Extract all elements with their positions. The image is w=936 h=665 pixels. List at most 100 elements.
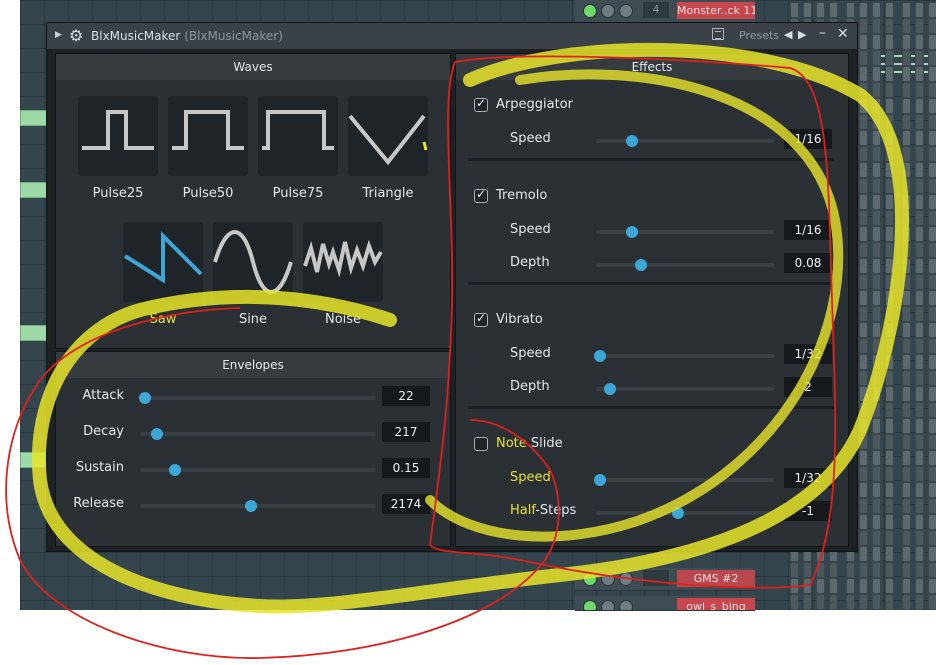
step-button[interactable] [872, 114, 881, 130]
step-button[interactable] [902, 242, 911, 258]
step-button[interactable] [885, 34, 894, 50]
step-button[interactable] [928, 450, 936, 466]
step-button[interactable] [928, 146, 936, 162]
step-button[interactable] [902, 50, 911, 66]
step-button[interactable] [859, 546, 868, 562]
step-button[interactable] [915, 98, 924, 114]
step-button[interactable] [915, 50, 924, 66]
step-button[interactable] [885, 194, 894, 210]
step-button[interactable] [902, 562, 911, 578]
step-button[interactable] [885, 354, 894, 370]
step-button[interactable] [872, 450, 881, 466]
step-button[interactable] [859, 594, 868, 610]
step-button[interactable] [803, 2, 812, 18]
step-button[interactable] [803, 594, 812, 610]
step-button[interactable] [885, 242, 894, 258]
step-button[interactable] [928, 354, 936, 370]
step-button[interactable] [859, 530, 868, 546]
step-button[interactable] [915, 18, 924, 34]
step-button[interactable] [915, 322, 924, 338]
envelope-value-attack[interactable]: 22 [382, 386, 430, 406]
note-block[interactable] [20, 110, 48, 126]
channel-name-button[interactable]: owl_s_bing [677, 598, 755, 610]
step-button[interactable] [885, 274, 894, 290]
step-button[interactable] [872, 290, 881, 306]
step-button[interactable] [829, 2, 838, 18]
step-button[interactable] [885, 210, 894, 226]
step-button[interactable] [872, 98, 881, 114]
note-block[interactable] [20, 325, 48, 341]
step-button[interactable] [902, 306, 911, 322]
step-button[interactable] [816, 594, 825, 610]
step-button[interactable] [859, 482, 868, 498]
step-button[interactable] [928, 402, 936, 418]
envelope-value-release[interactable]: 2174 [382, 494, 430, 514]
step-button[interactable] [859, 562, 868, 578]
channel-strip[interactable]: owl_s_bing [575, 596, 755, 611]
step-button[interactable] [829, 594, 838, 610]
step-button[interactable] [885, 18, 894, 34]
step-button[interactable] [885, 306, 894, 322]
step-button[interactable] [915, 562, 924, 578]
step-button[interactable] [872, 402, 881, 418]
step-button[interactable] [885, 498, 894, 514]
step-button[interactable] [885, 578, 894, 594]
step-button[interactable] [928, 498, 936, 514]
effect-checkbox[interactable]: ✓ [474, 187, 488, 203]
step-button[interactable] [928, 82, 936, 98]
step-button[interactable] [902, 514, 911, 530]
step-button[interactable] [859, 194, 868, 210]
step-button[interactable] [859, 290, 868, 306]
step-button[interactable] [859, 306, 868, 322]
step-button[interactable] [885, 562, 894, 578]
envelope-slider-track[interactable] [140, 464, 376, 476]
step-button[interactable] [915, 162, 924, 178]
step-button[interactable] [928, 226, 936, 242]
step-button[interactable] [928, 546, 936, 562]
step-button[interactable] [859, 242, 868, 258]
step-button[interactable] [902, 434, 911, 450]
step-button[interactable] [902, 322, 911, 338]
step-button[interactable] [872, 162, 881, 178]
step-button[interactable] [928, 194, 936, 210]
step-button[interactable] [902, 498, 911, 514]
step-button[interactable] [915, 434, 924, 450]
step-button[interactable] [872, 242, 881, 258]
step-button[interactable] [859, 258, 868, 274]
step-button[interactable] [872, 482, 881, 498]
step-button[interactable] [885, 338, 894, 354]
step-button[interactable] [915, 114, 924, 130]
step-button[interactable] [915, 258, 924, 274]
step-button[interactable] [803, 578, 812, 594]
effect-slider-track[interactable] [596, 259, 774, 271]
step-button[interactable] [872, 194, 881, 210]
effect-slider-thumb[interactable] [671, 507, 684, 519]
effect-param-value[interactable]: 1/16 [784, 220, 832, 240]
effect-slider-track[interactable] [593, 350, 774, 362]
step-button[interactable] [902, 98, 911, 114]
step-button[interactable] [902, 338, 911, 354]
step-button[interactable] [872, 2, 881, 18]
step-button[interactable] [790, 562, 799, 578]
effect-checkbox[interactable]: ✓ [474, 311, 488, 327]
step-button[interactable] [928, 338, 936, 354]
presets-menu-icon[interactable] [712, 28, 724, 40]
step-button[interactable] [915, 178, 924, 194]
step-button[interactable] [872, 498, 881, 514]
step-button[interactable] [928, 578, 936, 594]
step-button[interactable] [902, 66, 911, 82]
step-button[interactable] [872, 546, 881, 562]
step-button[interactable] [885, 594, 894, 610]
wave-option-pulse50[interactable] [168, 96, 248, 176]
step-button[interactable] [915, 354, 924, 370]
step-button[interactable] [902, 546, 911, 562]
step-button[interactable] [902, 482, 911, 498]
step-button[interactable] [816, 562, 825, 578]
envelope-slider-thumb[interactable] [150, 428, 163, 440]
channel-name-button[interactable]: Monster..ck 114 [677, 2, 755, 19]
step-button[interactable] [872, 18, 881, 34]
step-button[interactable] [902, 370, 911, 386]
step-button[interactable] [902, 178, 911, 194]
effect-slider-thumb[interactable] [634, 259, 647, 271]
step-button[interactable] [859, 434, 868, 450]
